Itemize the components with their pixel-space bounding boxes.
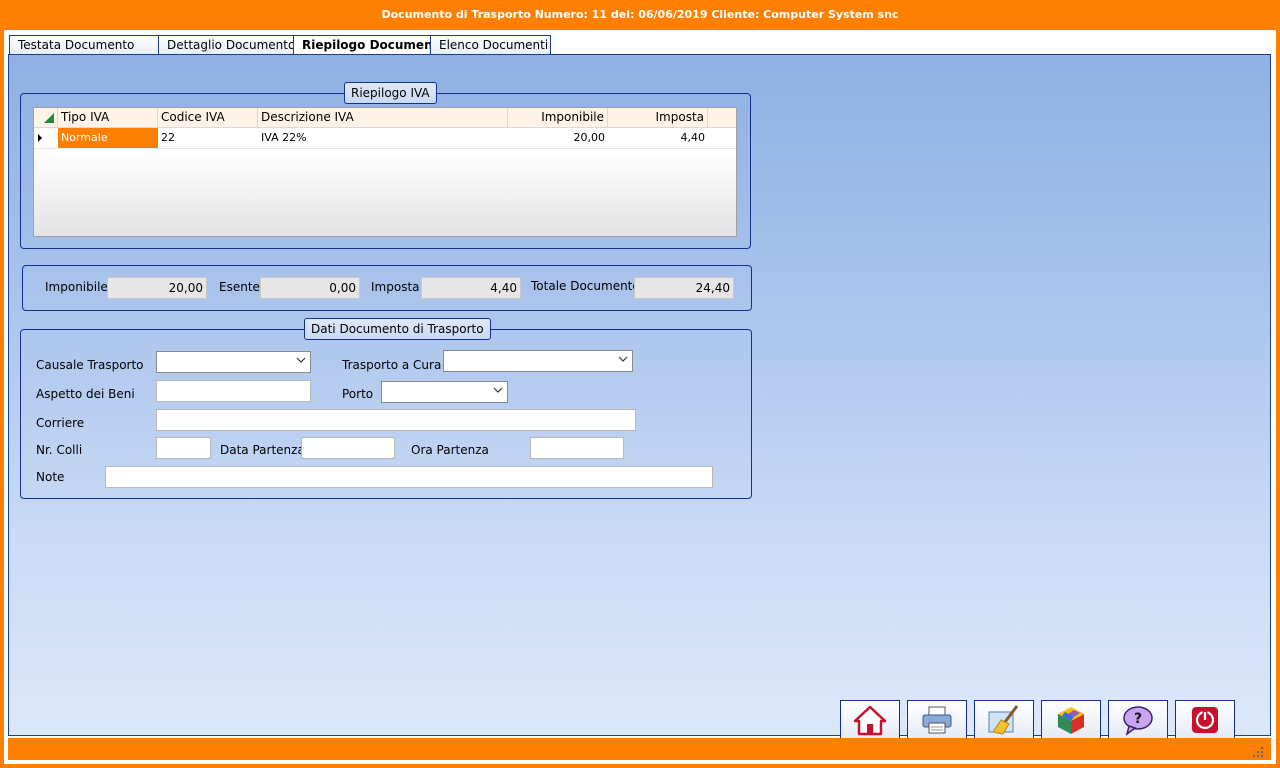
totale-documento-label: Totale Documento [531, 279, 640, 293]
ora-partenza-input[interactable] [530, 437, 624, 459]
cell-codice-iva[interactable]: 22 [158, 128, 258, 148]
note-input[interactable] [105, 466, 713, 488]
grid-header: Tipo IVA Codice IVA Descrizione IVA Impo… [34, 108, 736, 128]
power-icon [1192, 707, 1218, 733]
tab-riepilogo-documento[interactable]: Riepilogo Documento [293, 35, 447, 55]
grid-empty-area [34, 149, 736, 236]
aspetto-beni-input[interactable] [156, 380, 311, 402]
col-codice-iva[interactable]: Codice IVA [158, 108, 258, 127]
riepilogo-panel: Riepilogo IVA Tipo IVA Codice IVA Descri… [8, 54, 1271, 740]
chevron-down-icon [618, 356, 628, 362]
select-all-icon [44, 113, 54, 123]
totals-group: Imponibile 20,00 Esente 0,00 Imposta 4,4… [22, 265, 752, 311]
porto-label: Porto [342, 387, 374, 401]
trasporto-a-cura-label: Trasporto a Cura [342, 358, 442, 372]
grid-corner[interactable] [34, 108, 58, 127]
clean-broom-icon [988, 705, 1019, 735]
corriere-input[interactable] [156, 409, 636, 431]
print-button[interactable] [907, 700, 967, 740]
col-imposta[interactable]: Imposta [608, 108, 708, 127]
riepilogo-iva-title: Riepilogo IVA [344, 82, 437, 104]
main-window: Testata Documento Dettaglio Documento Ri… [4, 30, 1276, 764]
window-title: Documento di Trasporto Numero: 11 del: 0… [381, 8, 899, 21]
cell-imponibile[interactable]: 20,00 [508, 128, 608, 148]
svg-text:?: ? [1134, 711, 1142, 727]
data-partenza-input[interactable] [301, 437, 395, 459]
imposta-field[interactable]: 4,40 [421, 277, 521, 299]
note-label: Note [36, 470, 65, 484]
status-bar [8, 738, 1271, 760]
tab-elenco-documenti[interactable]: Elenco Documenti [430, 35, 551, 54]
help-button[interactable]: ? [1108, 700, 1168, 740]
cube-icon [1058, 707, 1084, 734]
dati-trasporto-title: Dati Documento di Trasporto [304, 318, 491, 340]
chevron-down-icon [493, 387, 503, 393]
riepilogo-iva-group: Riepilogo IVA Tipo IVA Codice IVA Descri… [20, 82, 751, 249]
esente-field[interactable]: 0,00 [260, 277, 360, 299]
col-descrizione-iva[interactable]: Descrizione IVA [258, 108, 508, 127]
cell-imposta[interactable]: 4,40 [608, 128, 708, 148]
totale-documento-field[interactable]: 24,40 [634, 277, 734, 299]
aspetto-beni-label: Aspetto dei Beni [36, 387, 135, 401]
nr-colli-label: Nr. Colli [36, 443, 83, 457]
col-imponibile[interactable]: Imponibile [508, 108, 608, 127]
dati-trasporto-group: Dati Documento di Trasporto Causale Tras… [20, 318, 752, 499]
exit-button[interactable] [1175, 700, 1235, 740]
home-icon [853, 705, 887, 736]
help-icon: ? [1123, 706, 1153, 736]
col-tipo-iva[interactable]: Tipo IVA [58, 108, 158, 127]
causale-trasporto-select[interactable] [156, 351, 311, 373]
trasporto-a-cura-select[interactable] [443, 350, 633, 372]
porto-select[interactable] [381, 381, 508, 403]
row-pointer-icon [38, 134, 42, 142]
row-indicator [34, 128, 58, 148]
tab-testata-documento[interactable]: Testata Documento [9, 35, 159, 54]
chevron-down-icon [296, 357, 306, 363]
imposta-label: Imposta [371, 280, 420, 294]
causale-trasporto-label: Causale Trasporto [36, 358, 144, 372]
ora-partenza-label: Ora Partenza [411, 443, 489, 457]
esente-label: Esente [219, 280, 260, 294]
data-partenza-label: Data Partenza [220, 443, 305, 457]
printer-icon [922, 706, 952, 734]
imponibile-label: Imponibile [45, 280, 108, 294]
home-button[interactable] [840, 700, 900, 740]
table-row[interactable]: Normale 22 IVA 22% 20,00 4,40 [34, 128, 736, 149]
nr-colli-input[interactable] [156, 437, 211, 459]
imponibile-field[interactable]: 20,00 [107, 277, 207, 299]
corriere-label: Corriere [36, 416, 85, 430]
resize-grip-icon[interactable] [1253, 747, 1263, 757]
tab-dettaglio-documento[interactable]: Dettaglio Documento [158, 35, 295, 54]
cube-button[interactable] [1041, 700, 1101, 740]
cell-tipo-iva[interactable]: Normale [58, 128, 158, 148]
iva-grid[interactable]: Tipo IVA Codice IVA Descrizione IVA Impo… [33, 107, 737, 237]
clean-button[interactable] [974, 700, 1034, 740]
cell-descrizione-iva[interactable]: IVA 22% [258, 128, 508, 148]
